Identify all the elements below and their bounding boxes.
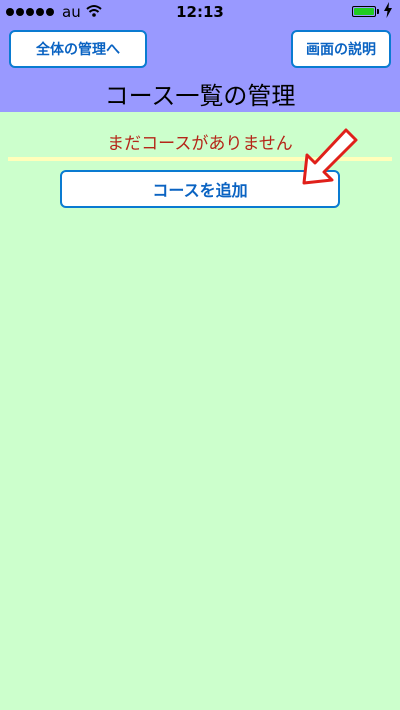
status-time: 12:13	[176, 3, 224, 21]
status-bar: au 12:13	[0, 0, 400, 24]
pointer-arrow-icon	[302, 128, 358, 185]
overall-management-button[interactable]: 全体の管理へ	[9, 30, 147, 68]
battery-level	[354, 8, 374, 15]
charging-bolt-icon	[384, 2, 392, 22]
header-bar: au 12:13 全体の管理へ 画面の説明 コース一覧の管理	[0, 0, 400, 112]
add-course-button[interactable]: コースを追加	[60, 170, 340, 208]
battery-tip	[377, 9, 379, 14]
battery-icon	[352, 6, 376, 17]
screen-help-button[interactable]: 画面の説明	[291, 30, 391, 68]
page-title: コース一覧の管理	[104, 82, 296, 110]
